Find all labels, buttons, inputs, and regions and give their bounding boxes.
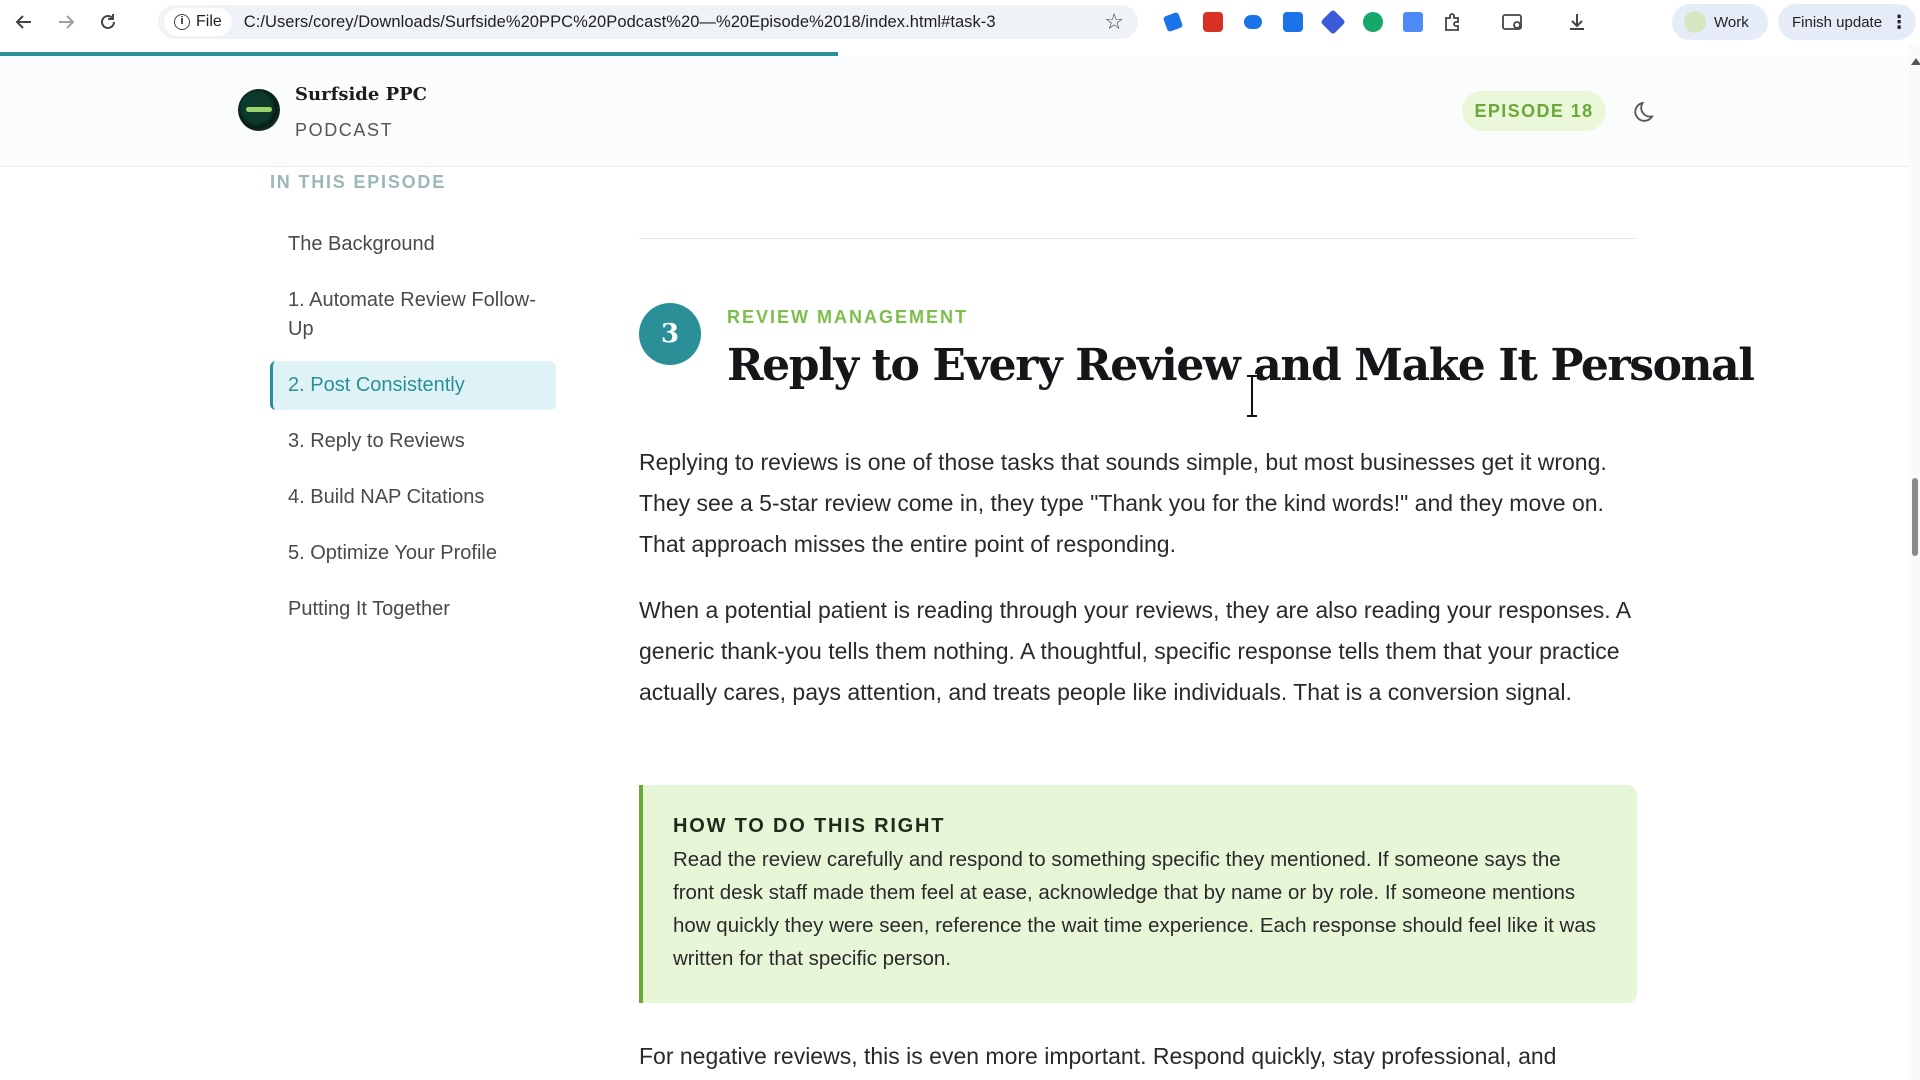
- brand-logo[interactable]: [238, 89, 280, 131]
- section-eyebrow: REVIEW MANAGEMENT: [727, 307, 968, 327]
- finish-update-button[interactable]: Finish update ⋮: [1778, 4, 1916, 40]
- profile-avatar: [1684, 11, 1706, 33]
- section-divider: [639, 238, 1637, 239]
- site-info-chip[interactable]: i File: [164, 8, 232, 36]
- paragraph-responses: When a potential patient is reading thro…: [639, 597, 1630, 705]
- shield-extension-icon[interactable]: [1280, 9, 1306, 35]
- toc-item-post-consistently[interactable]: 2. Post Consistently: [270, 361, 556, 410]
- download-icon[interactable]: [1564, 9, 1590, 35]
- brand-name[interactable]: Surfside PPC: [295, 84, 427, 105]
- paragraph-negative-reviews: For negative reviews, this is even more …: [639, 1043, 1557, 1069]
- address-bar[interactable]: i File C:/Users/corey/Downloads/Surfside…: [158, 5, 1138, 39]
- reload-icon[interactable]: [90, 4, 126, 40]
- file-label: File: [196, 13, 222, 30]
- toc-item-background[interactable]: The Background: [270, 220, 556, 269]
- text-cursor-icon: [1247, 374, 1257, 418]
- tip-callout: HOW TO DO THIS RIGHT Read the review car…: [639, 785, 1637, 1003]
- pen-extension-icon[interactable]: [1160, 9, 1186, 35]
- toc-item-optimize-your-profile[interactable]: 5. Optimize Your Profile: [270, 529, 556, 578]
- section-number-badge: 3: [639, 303, 701, 365]
- extensions-row: [1160, 5, 1590, 39]
- moon-icon[interactable]: [1630, 94, 1664, 128]
- table-of-contents: The Background 1. Automate Review Follow…: [270, 220, 556, 641]
- forward-arrow-icon[interactable]: [48, 4, 84, 40]
- info-icon: i: [174, 14, 190, 30]
- site-header: Surfside PPC PODCAST EPISODE 18: [0, 56, 1908, 167]
- star-icon[interactable]: ☆: [1104, 9, 1124, 35]
- kebab-menu-icon[interactable]: ⋮: [1890, 12, 1908, 33]
- section-title: Reply to Every Review and Make It Person…: [727, 340, 1755, 391]
- profile-chip[interactable]: Work: [1672, 4, 1768, 40]
- toc-item-putting-it-together[interactable]: Putting It Together: [270, 585, 556, 634]
- toc-heading: IN THIS EPISODE: [270, 172, 447, 192]
- translate-extension-icon[interactable]: [1400, 9, 1426, 35]
- scroll-up-arrow-icon[interactable]: [1911, 58, 1920, 65]
- profile-label: Work: [1714, 13, 1749, 31]
- callout-body: Read the review carefully and respond to…: [673, 848, 1596, 970]
- check-extension-icon[interactable]: [1240, 9, 1266, 35]
- grammarly-icon[interactable]: [1360, 9, 1386, 35]
- toc-item-build-nap-citations[interactable]: 4. Build NAP Citations: [270, 473, 556, 522]
- page-scrollbar[interactable]: [1908, 44, 1920, 1080]
- brand-subtitle: PODCAST: [295, 120, 394, 140]
- tag-extension-icon[interactable]: [1320, 9, 1346, 35]
- browser-toolbar: i File C:/Users/corey/Downloads/Surfside…: [0, 0, 1920, 44]
- record-extension-icon[interactable]: [1200, 9, 1226, 35]
- puzzle-icon[interactable]: [1440, 9, 1466, 35]
- url-text[interactable]: C:/Users/corey/Downloads/Surfside%20PPC%…: [244, 13, 996, 32]
- toc-item-reply-to-reviews[interactable]: 3. Reply to Reviews: [270, 417, 556, 466]
- episode-badge: EPISODE 18: [1462, 91, 1606, 131]
- toc-item-automate-review-follow-up[interactable]: 1. Automate Review Follow-Up: [270, 276, 556, 354]
- scrollbar-thumb[interactable]: [1912, 478, 1918, 556]
- reading-mode-icon[interactable]: [1500, 9, 1526, 35]
- callout-title: HOW TO DO THIS RIGHT: [673, 815, 946, 837]
- paragraph-intro: Replying to reviews is one of those task…: [639, 449, 1607, 557]
- finish-update-label: Finish update: [1792, 13, 1883, 31]
- back-arrow-icon[interactable]: [6, 4, 42, 40]
